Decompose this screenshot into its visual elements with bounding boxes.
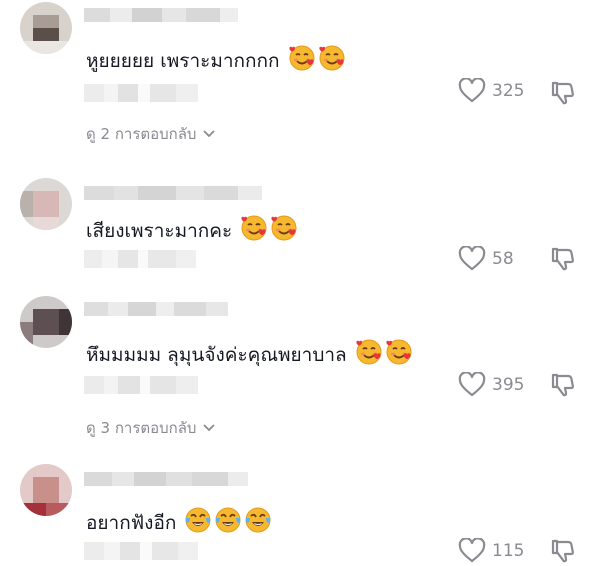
chevron-down-icon: [203, 424, 216, 432]
dislike-icon[interactable]: [550, 246, 576, 272]
avatar[interactable]: [20, 2, 72, 54]
heart-outline-icon: [458, 78, 486, 103]
smiling-face-with-hearts-icon: [318, 45, 345, 71]
like-count: 325: [492, 81, 525, 101]
comment-text: เสียงเพราะมากคะ: [86, 214, 298, 244]
timestamp-pixelated: [84, 250, 196, 268]
comment-text: อยากฟังอีก: [86, 506, 272, 536]
timestamp-pixelated: [84, 84, 198, 102]
dislike-icon[interactable]: [550, 538, 576, 564]
view-replies-button[interactable]: ดู 3 การตอบกลับ: [86, 416, 216, 440]
smiling-face-with-hearts-icon: [271, 215, 297, 241]
emoji-row: [238, 215, 298, 242]
like-count: 115: [492, 541, 525, 561]
heart-outline-icon: [458, 538, 486, 563]
username-pixelated[interactable]: [84, 302, 228, 316]
like-button[interactable]: 325: [458, 78, 524, 104]
timestamp-pixelated: [84, 376, 198, 394]
view-replies-button[interactable]: ดู 2 การตอบกลับ: [86, 122, 216, 146]
like-button[interactable]: 395: [458, 372, 524, 398]
dislike-icon[interactable]: [550, 80, 576, 106]
dislike-icon[interactable]: [550, 372, 576, 398]
comment-text: หึมมมมม ลุมุนจังค่ะคุณพยาบาล: [86, 338, 413, 368]
smiling-face-with-hearts-icon: [241, 215, 267, 241]
timestamp-pixelated: [84, 542, 198, 560]
like-button[interactable]: 115: [458, 538, 524, 564]
tears-of-joy-icon: [185, 507, 211, 533]
avatar[interactable]: [20, 296, 72, 348]
avatar[interactable]: [20, 178, 72, 230]
smiling-face-with-hearts-icon: [356, 339, 382, 365]
emoji-row: [286, 45, 346, 72]
tears-of-joy-icon: [245, 507, 271, 533]
username-pixelated[interactable]: [84, 8, 238, 22]
like-count: 395: [492, 375, 525, 395]
chevron-down-icon: [203, 130, 216, 138]
like-button[interactable]: 58: [458, 246, 514, 272]
heart-outline-icon: [458, 372, 486, 397]
smiling-face-with-hearts-icon: [288, 45, 315, 71]
emoji-row: [182, 507, 272, 534]
smiling-face-with-hearts-icon: [386, 339, 412, 365]
like-count: 58: [492, 249, 514, 269]
username-pixelated[interactable]: [84, 186, 262, 200]
avatar[interactable]: [20, 464, 72, 516]
heart-outline-icon: [458, 246, 486, 271]
emoji-row: [353, 339, 413, 366]
tears-of-joy-icon: [215, 507, 241, 533]
username-pixelated[interactable]: [84, 472, 248, 486]
comment-text: หูยยยยย เพราะมากกกก: [86, 44, 346, 74]
